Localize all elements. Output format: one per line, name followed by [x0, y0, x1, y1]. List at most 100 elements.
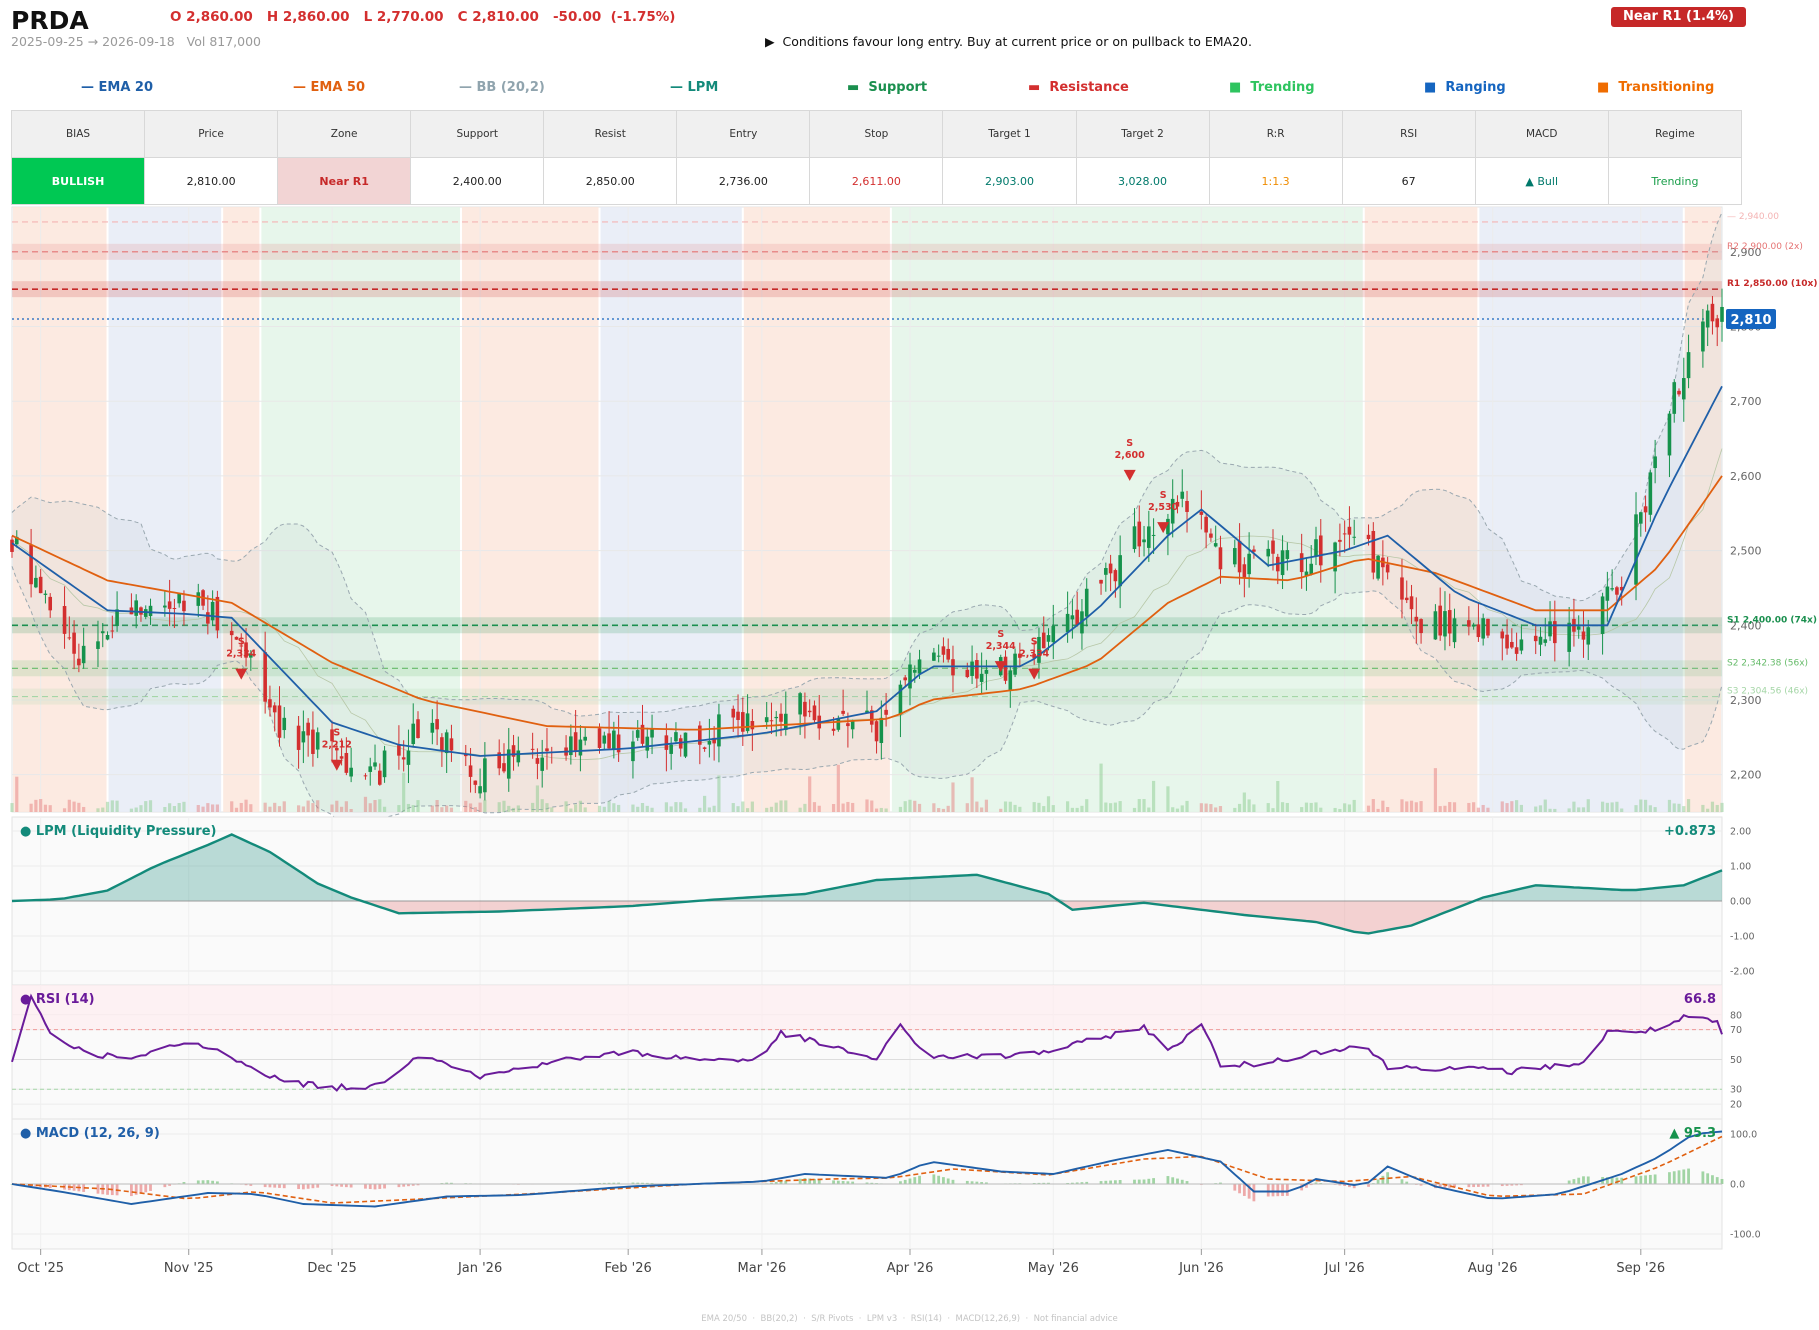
volume-bar — [784, 800, 788, 812]
rsi-overbought-zone — [12, 985, 1722, 1030]
candle-body — [741, 712, 745, 732]
macd-hist-bar — [297, 1184, 300, 1190]
volume-bar — [1438, 806, 1442, 812]
volume-bar — [168, 803, 172, 812]
candle-body — [1046, 635, 1051, 642]
candle-body — [850, 720, 855, 730]
macd-hist-bar — [1567, 1180, 1571, 1184]
volume-bar — [62, 808, 67, 812]
volume-bar — [870, 800, 874, 812]
candle-body — [1476, 624, 1481, 638]
volume-bar — [1051, 805, 1055, 812]
zone-badge: Near R1 (1.4%) — [1611, 7, 1746, 27]
candle — [683, 732, 688, 759]
candle-body — [1371, 530, 1376, 573]
candle-body — [163, 605, 167, 608]
candle-body — [1443, 611, 1447, 637]
macd-hist-bar — [937, 1175, 941, 1184]
volume-bar — [1605, 802, 1609, 812]
volume-bar — [1381, 800, 1385, 812]
volume-bar — [1648, 805, 1652, 812]
volume-bar — [502, 800, 506, 812]
key-level-label: R2 2,900.00 (2x) — [1727, 242, 1803, 252]
volume-bar — [1147, 807, 1151, 812]
macd-hist-bar — [1639, 1175, 1643, 1184]
candle-body — [1084, 588, 1089, 617]
volume-bar — [1452, 802, 1457, 812]
candle-body — [77, 658, 81, 666]
candle-body — [502, 763, 506, 772]
volume-bar — [1720, 802, 1724, 812]
macd-hist-bar — [96, 1184, 100, 1194]
volume-bar — [445, 805, 449, 812]
volume-bar — [311, 803, 315, 812]
macd-hist-bar — [278, 1184, 281, 1188]
macd-hist-bar — [1252, 1184, 1256, 1202]
candle-body — [1433, 611, 1438, 640]
lpm-y-tick: -1.00 — [1730, 932, 1755, 943]
volume-bar — [1180, 805, 1184, 812]
volume-bar — [134, 807, 138, 812]
volume-bar — [1620, 808, 1624, 812]
footnote: EMA 20/50 · BB(20,2) · S/R Pivots · LPM … — [701, 1314, 1118, 1324]
candle-body — [10, 539, 14, 552]
volume-bar — [1266, 803, 1270, 812]
volume-bar — [564, 801, 568, 812]
candle-body — [1366, 534, 1371, 540]
candle-body — [674, 732, 678, 742]
volume-bar — [1586, 799, 1590, 812]
macd-hist-bar — [918, 1175, 921, 1184]
candle-body — [1419, 619, 1423, 634]
candle-body — [100, 631, 105, 634]
candle-body — [1452, 618, 1457, 643]
candle-body — [1137, 521, 1142, 547]
macd-hist-bar — [149, 1184, 152, 1191]
candle-body — [182, 600, 186, 612]
candle-body — [363, 775, 368, 777]
candle-body — [1533, 635, 1538, 642]
macd-hist-bar — [1180, 1179, 1184, 1184]
volume-bar — [1066, 801, 1070, 812]
candle-body — [43, 593, 48, 595]
volume-bar — [1118, 801, 1122, 812]
volume-bar — [1080, 805, 1084, 812]
candle-body — [769, 720, 774, 722]
volume-bar — [29, 803, 33, 812]
candle-body — [483, 758, 487, 793]
volume-bar — [712, 805, 716, 812]
macd-hist-bar — [1176, 1178, 1179, 1184]
candle-body — [134, 600, 138, 616]
volume-bar — [1271, 808, 1275, 812]
candle-body — [1213, 543, 1218, 547]
candle-body — [473, 780, 478, 785]
volume-bar — [679, 802, 683, 812]
candle-body — [702, 747, 707, 749]
macd-hist-bar — [1118, 1180, 1122, 1184]
candle-body — [478, 786, 482, 794]
x-axis-label: May '26 — [1028, 1261, 1079, 1276]
volume-bar — [903, 801, 907, 812]
macd-hist-bar — [1711, 1175, 1714, 1184]
summary-header-cell: Price — [144, 110, 279, 158]
lpm-y-tick: -2.00 — [1730, 967, 1755, 978]
x-axis-label: Jul '26 — [1324, 1261, 1365, 1276]
volume-bar — [1553, 808, 1557, 812]
key-level-label: S2 2,342.38 (56x) — [1727, 658, 1808, 668]
summary-header-cell: RSI — [1341, 110, 1476, 158]
macd-hist-bar — [273, 1184, 277, 1188]
volume-bar — [698, 807, 702, 812]
candle-body — [296, 725, 301, 750]
candle-body — [268, 699, 272, 708]
volume-bar — [1032, 802, 1036, 812]
volume-bar — [234, 807, 239, 812]
volume-bar — [201, 806, 205, 812]
macd-hist-bar — [1701, 1171, 1705, 1184]
candle-body — [736, 711, 740, 720]
macd-hist-bar — [1276, 1184, 1280, 1197]
macd-hist-bar — [1648, 1174, 1652, 1184]
volume-bar — [1400, 799, 1404, 812]
key-level-label: — 2,940.00 — [1727, 212, 1779, 222]
volume-bar — [717, 775, 721, 812]
candle-body — [1237, 540, 1242, 573]
last-price-tag-text: 2,810 — [1730, 313, 1771, 328]
